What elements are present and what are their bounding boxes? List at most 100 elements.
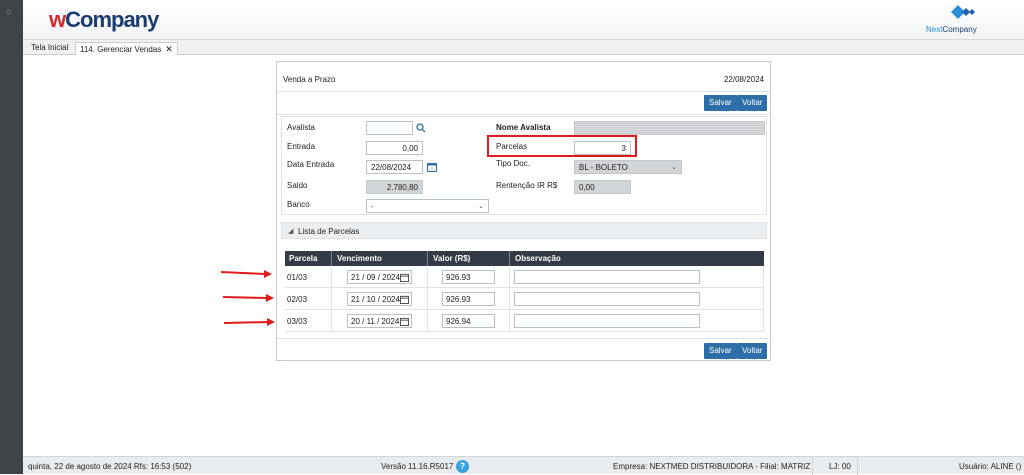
vencimento-value: 20 / 11 / 2024 [351,317,400,326]
table-header: Parcela Vencimento Valor (R$) Observação [285,251,764,266]
panel-title: Venda a Prazo [283,75,336,84]
calendar-icon[interactable] [427,162,437,172]
retencao-field: 0,00 [574,180,631,194]
red-arrow-icon [220,270,272,278]
table-row: 01/03 21 / 09 / 2024 926.93 [285,266,764,288]
saldo-field: 2.780,80 [366,180,423,194]
column-separator [331,251,332,266]
status-datetime: quinta, 22 de agosto de 2024 Rfs: 16:53 … [28,462,192,471]
divider [277,338,770,339]
banco-select[interactable]: - ⌄ [366,199,489,213]
retencao-label: Rentenção IR R$ [496,181,558,190]
status-empresa: Empresa: NEXTMED DISTRIBUIDORA - Filial:… [613,462,811,471]
tab-gerenciar-vendas[interactable]: 114. Gerenciar Vendas ✕ [75,42,178,55]
parcela-cell: 01/03 [287,273,308,282]
close-icon[interactable]: ✕ [165,44,173,54]
valor-input[interactable]: 926.94 [442,314,495,328]
nome-avalista-field [574,121,765,135]
col-valor: Valor (R$) [433,254,471,263]
cell-separator [331,288,332,310]
divider [277,91,770,92]
save-button-bottom[interactable]: Salvar [704,343,737,359]
venda-a-prazo-panel: Venda a Prazo 22/08/2024 Salvar Voltar A… [276,61,771,361]
col-observacao: Observação [515,254,561,263]
cell-separator [331,310,332,332]
logo-w: w [49,7,66,32]
cell-separator [331,266,332,288]
vencimento-input[interactable]: 21 / 09 / 2024 [347,270,412,284]
next-word: Next [926,25,943,34]
help-icon[interactable]: ? [456,460,469,473]
cell-separator [427,310,428,332]
red-arrow-icon [223,318,275,326]
banco-label: Banco [287,200,310,209]
cell-separator [427,288,428,310]
status-separator [812,457,813,475]
top-header: wCompany NextCompany [23,0,1024,40]
lista-parcelas-header[interactable]: ◢ Lista de Parcelas [281,222,767,239]
avalista-input[interactable] [366,121,413,135]
company-word: Company [942,25,977,34]
tab-tela-inicial[interactable]: Tela Inicial [27,42,72,55]
lista-parcelas-title: Lista de Parcelas [298,227,360,236]
home-icon[interactable]: ⌂ [6,6,11,16]
wcompany-logo: wCompany [49,7,159,33]
calendar-icon[interactable] [400,317,409,326]
vencimento-value: 21 / 10 / 2024 [351,295,400,304]
cell-separator [763,310,764,332]
left-sidebar: ⌂ [0,0,23,474]
back-button-bottom[interactable]: Voltar [737,343,768,359]
cell-separator [509,266,510,288]
logo-company: Company [65,7,159,32]
tipo-doc-label: Tipo Doc. [496,159,530,168]
table-row: 02/03 21 / 10 / 2024 926.93 [285,288,764,310]
chevron-down-icon: ⌄ [671,164,677,171]
search-icon[interactable] [416,123,426,133]
back-button-top[interactable]: Voltar [737,95,768,111]
red-arrow-icon [222,294,274,302]
tipo-doc-select[interactable]: BL - BOLETO ⌄ [574,160,682,174]
vencimento-value: 21 / 09 / 2024 [351,273,400,282]
status-usuario: Usuário: ALINE () [959,462,1022,471]
cell-separator [509,310,510,332]
column-separator [509,251,510,266]
data-entrada-label: Data Entrada [287,160,335,169]
cell-separator [763,266,764,288]
parcela-cell: 03/03 [287,317,308,326]
avalista-label: Avalista [287,123,315,132]
vencimento-input[interactable]: 21 / 10 / 2024 [347,292,412,306]
nome-avalista-label: Nome Avalista [496,123,551,132]
calendar-icon[interactable] [400,273,409,282]
data-entrada-input[interactable]: 22/08/2024 [366,160,423,174]
status-version: Versão 11.16.R5017 [381,462,454,471]
valor-input[interactable]: 926.93 [442,292,495,306]
collapse-icon[interactable]: ◢ [288,227,293,235]
parcelas-highlight-box [487,135,637,157]
calendar-icon[interactable] [400,295,409,304]
valor-input[interactable]: 926.93 [442,270,495,284]
chevron-down-icon: ⌄ [478,203,484,210]
observacao-input[interactable] [514,314,700,328]
col-vencimento: Vencimento [337,254,382,263]
form-section: Avalista Nome Avalista Entrada 0,00 Parc… [281,116,767,215]
table-row: 03/03 20 / 11 / 2024 926.94 [285,310,764,332]
banco-value: - [371,202,374,211]
tab-bar: Tela Inicial 114. Gerenciar Vendas ✕ [23,40,1024,55]
vencimento-input[interactable]: 20 / 11 / 2024 [347,314,412,328]
status-separator [857,457,858,475]
column-separator [427,251,428,266]
tab-gerenciar-vendas-label: 114. Gerenciar Vendas [80,45,162,54]
observacao-input[interactable] [514,292,700,306]
save-button-top[interactable]: Salvar [704,95,737,111]
divider [277,114,770,115]
tipo-doc-value: BL - BOLETO [579,163,628,172]
parcela-cell: 02/03 [287,295,308,304]
cell-separator [763,288,764,310]
status-bar: quinta, 22 de agosto de 2024 Rfs: 16:53 … [23,456,1024,475]
observacao-input[interactable] [514,270,700,284]
cell-separator [509,288,510,310]
cell-separator [427,266,428,288]
entrada-input[interactable]: 0,00 [366,141,423,155]
entrada-label: Entrada [287,142,316,151]
nextcompany-diamonds-icon [951,5,975,19]
